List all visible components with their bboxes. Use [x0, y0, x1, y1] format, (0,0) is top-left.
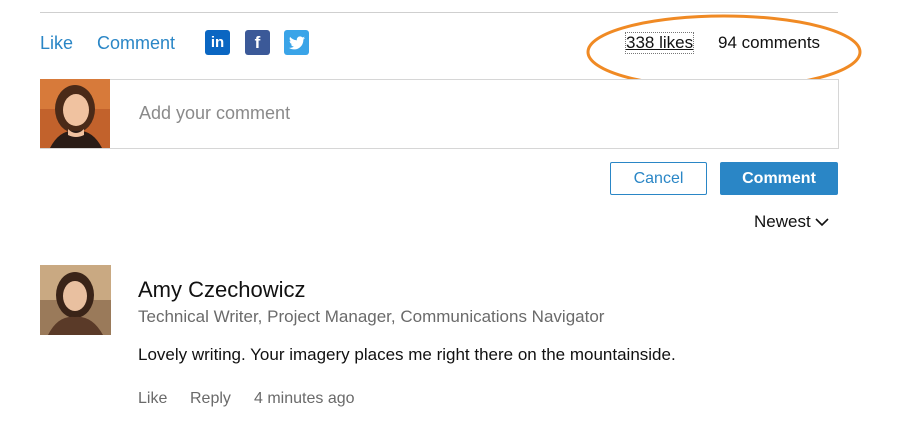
top-divider — [40, 12, 838, 13]
sort-selected-label: Newest — [754, 212, 811, 231]
comment-link[interactable]: Comment — [97, 32, 175, 54]
submit-comment-button[interactable]: Comment — [720, 162, 838, 195]
chevron-down-icon — [815, 218, 829, 227]
comment-timestamp: 4 minutes ago — [254, 390, 355, 407]
linkedin-icon[interactable]: in — [205, 30, 230, 55]
comment-reply-link[interactable]: Reply — [190, 389, 231, 409]
twitter-bird-glyph — [288, 35, 305, 49]
sort-dropdown[interactable]: Newest — [754, 212, 829, 232]
comment-input[interactable] — [111, 80, 831, 146]
facebook-icon[interactable]: f — [245, 30, 270, 55]
current-user-avatar — [40, 79, 110, 148]
comment-body: Lovely writing. Your imagery places me r… — [138, 345, 676, 364]
commenter-name[interactable]: Amy Czechowicz — [138, 277, 305, 303]
twitter-icon[interactable] — [284, 30, 309, 55]
commenter-headline: Technical Writer, Project Manager, Commu… — [138, 307, 605, 326]
comment-like-link[interactable]: Like — [138, 389, 167, 409]
cancel-button[interactable]: Cancel — [610, 162, 707, 195]
like-link[interactable]: Like — [40, 32, 73, 54]
commenter-avatar[interactable] — [40, 265, 111, 335]
